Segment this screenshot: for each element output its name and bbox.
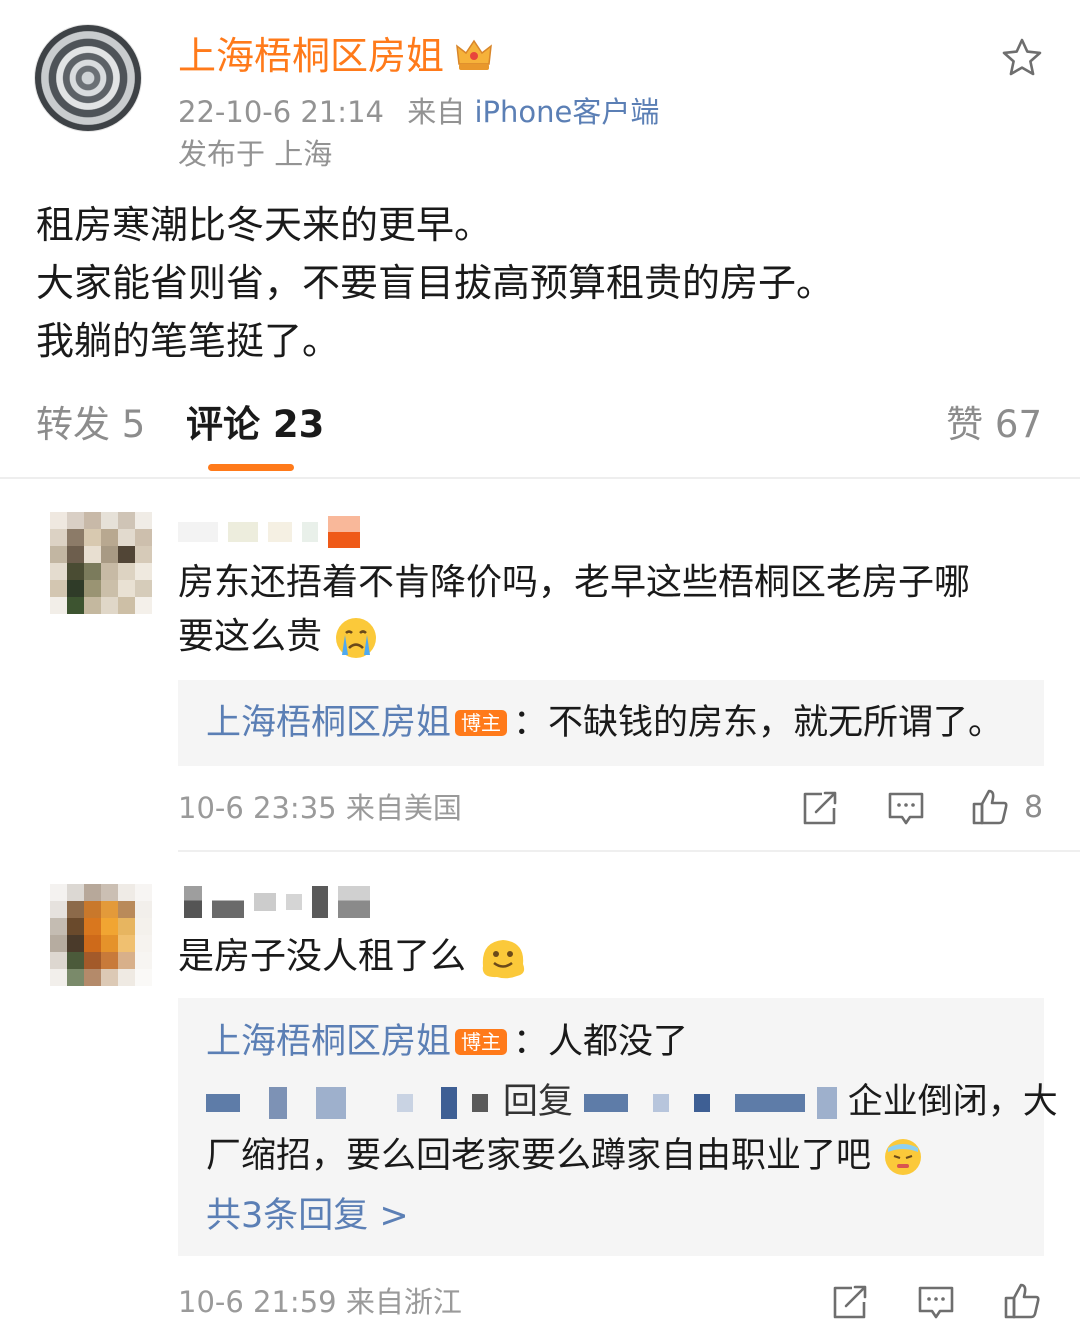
comment-text-line: 要这么贵 [178, 616, 323, 657]
sub-reply-line2: 厂缩招，要么回老家要么蹲家自由职业了吧 [206, 1130, 924, 1182]
crown-icon [456, 39, 492, 70]
comment-text: 房东还捂着不肯降价吗，老早这些梧桐区老房子哪 要这么贵 [178, 556, 1058, 664]
share-icon[interactable] [800, 790, 840, 828]
melting-face-emoji-icon [483, 940, 525, 979]
post-source-prefix: 来自 [407, 95, 466, 129]
active-tab-indicator [208, 464, 294, 471]
commenter-name-redacted[interactable] [178, 516, 360, 548]
reply-text: ：不缺钱的房东，就无所谓了。 [513, 703, 1004, 743]
redacted-name [471, 1094, 488, 1112]
sub-reply-text: 厂缩招，要么回老家要么蹲家自由职业了吧 [206, 1136, 872, 1176]
author-avatar[interactable] [34, 24, 142, 132]
comment-text-line: 房东还捂着不肯降价吗，老早这些梧桐区老房子哪 [178, 562, 971, 603]
crying-emoji-icon [336, 618, 377, 658]
commenter-avatar[interactable] [50, 512, 152, 614]
blogger-badge: 博主 [455, 1029, 508, 1055]
post-meta: 22-10-6 21:14 来自 iPhone客户端 [178, 92, 659, 132]
reply-author[interactable]: 上海梧桐区房姐 [206, 703, 451, 743]
reply-box[interactable]: 上海梧桐区房姐 博主 ：不缺钱的房东，就无所谓了。 [178, 680, 1044, 766]
post-body: 租房寒潮比冬天来的更早。 大家能省则省，不要盲目拔高预算租贵的房子。 我躺的笔笔… [36, 196, 1046, 370]
divider [178, 850, 1080, 852]
reply-author[interactable]: 上海梧桐区房姐 [206, 1022, 451, 1062]
reply-line: 上海梧桐区房姐 博主 ：不缺钱的房东，就无所谓了。 [206, 697, 1003, 749]
divider [0, 477, 1080, 479]
reply-box[interactable]: 上海梧桐区房姐 博主 ：人都没了 回复 企业倒闭，大 厂缩招，要么回老家要么蹲家自由… [178, 998, 1058, 1256]
comment-text-line: 是房子没人租了么 [178, 936, 467, 977]
comment-meta: 10-6 21:59 来自浙江 [178, 1285, 462, 1319]
post-body-line: 租房寒潮比冬天来的更早。 [36, 203, 493, 247]
star-icon[interactable] [1000, 36, 1044, 80]
like-count: 8 [1024, 790, 1044, 825]
comment-text: 是房子没人租了么 [178, 930, 529, 984]
tab-like[interactable]: 赞 67 [946, 400, 1042, 450]
reply-text: ：人都没了 [513, 1022, 689, 1062]
post-time: 22-10-6 21:14 [178, 95, 384, 129]
sub-reply-tail: 企业倒闭，大 [847, 1082, 1058, 1122]
redacted-name [816, 1087, 837, 1119]
redacted-name [584, 1094, 628, 1112]
redacted-name [440, 1087, 457, 1119]
redacted-name [653, 1094, 670, 1112]
post-source[interactable]: iPhone客户端 [474, 95, 659, 129]
redacted-name [269, 1087, 288, 1119]
comment-text-line2-wrap: 要这么贵 [178, 610, 1058, 664]
tab-comment[interactable]: 评论 23 [186, 400, 324, 450]
comment-icon[interactable] [916, 1284, 956, 1322]
reply-line: 上海梧桐区房姐 博主 ：人都没了 [206, 1016, 688, 1068]
blogger-badge: 博主 [455, 710, 508, 736]
comment-meta: 10-6 23:35 来自美国 [178, 791, 462, 825]
redacted-name [735, 1094, 806, 1112]
share-icon[interactable] [830, 1284, 870, 1322]
author-name[interactable]: 上海梧桐区房姐 [178, 30, 444, 82]
redacted-name [316, 1087, 347, 1119]
sub-reply-fragment: 回复 [502, 1082, 573, 1122]
post-location: 发布于 上海 [178, 137, 333, 171]
commenter-name-redacted[interactable] [184, 886, 370, 918]
thumbs-up-icon[interactable] [970, 788, 1010, 826]
post-body-line: 大家能省则省，不要盲目拔高预算租贵的房子。 [36, 261, 835, 305]
redacted-name [397, 1094, 414, 1112]
comment-icon[interactable] [886, 790, 926, 828]
sick-face-emoji-icon [885, 1139, 922, 1175]
redacted-name [694, 1094, 711, 1112]
thumbs-up-icon[interactable] [1002, 1282, 1042, 1320]
sub-reply: 回复 企业倒闭，大 [206, 1076, 1058, 1128]
tab-repost[interactable]: 转发 5 [36, 400, 145, 450]
redacted-name [206, 1094, 240, 1112]
post-body-line: 我躺的笔笔挺了。 [36, 319, 341, 363]
view-more-replies-link[interactable]: 共3条回复 > [206, 1190, 409, 1242]
commenter-avatar[interactable] [50, 884, 152, 986]
